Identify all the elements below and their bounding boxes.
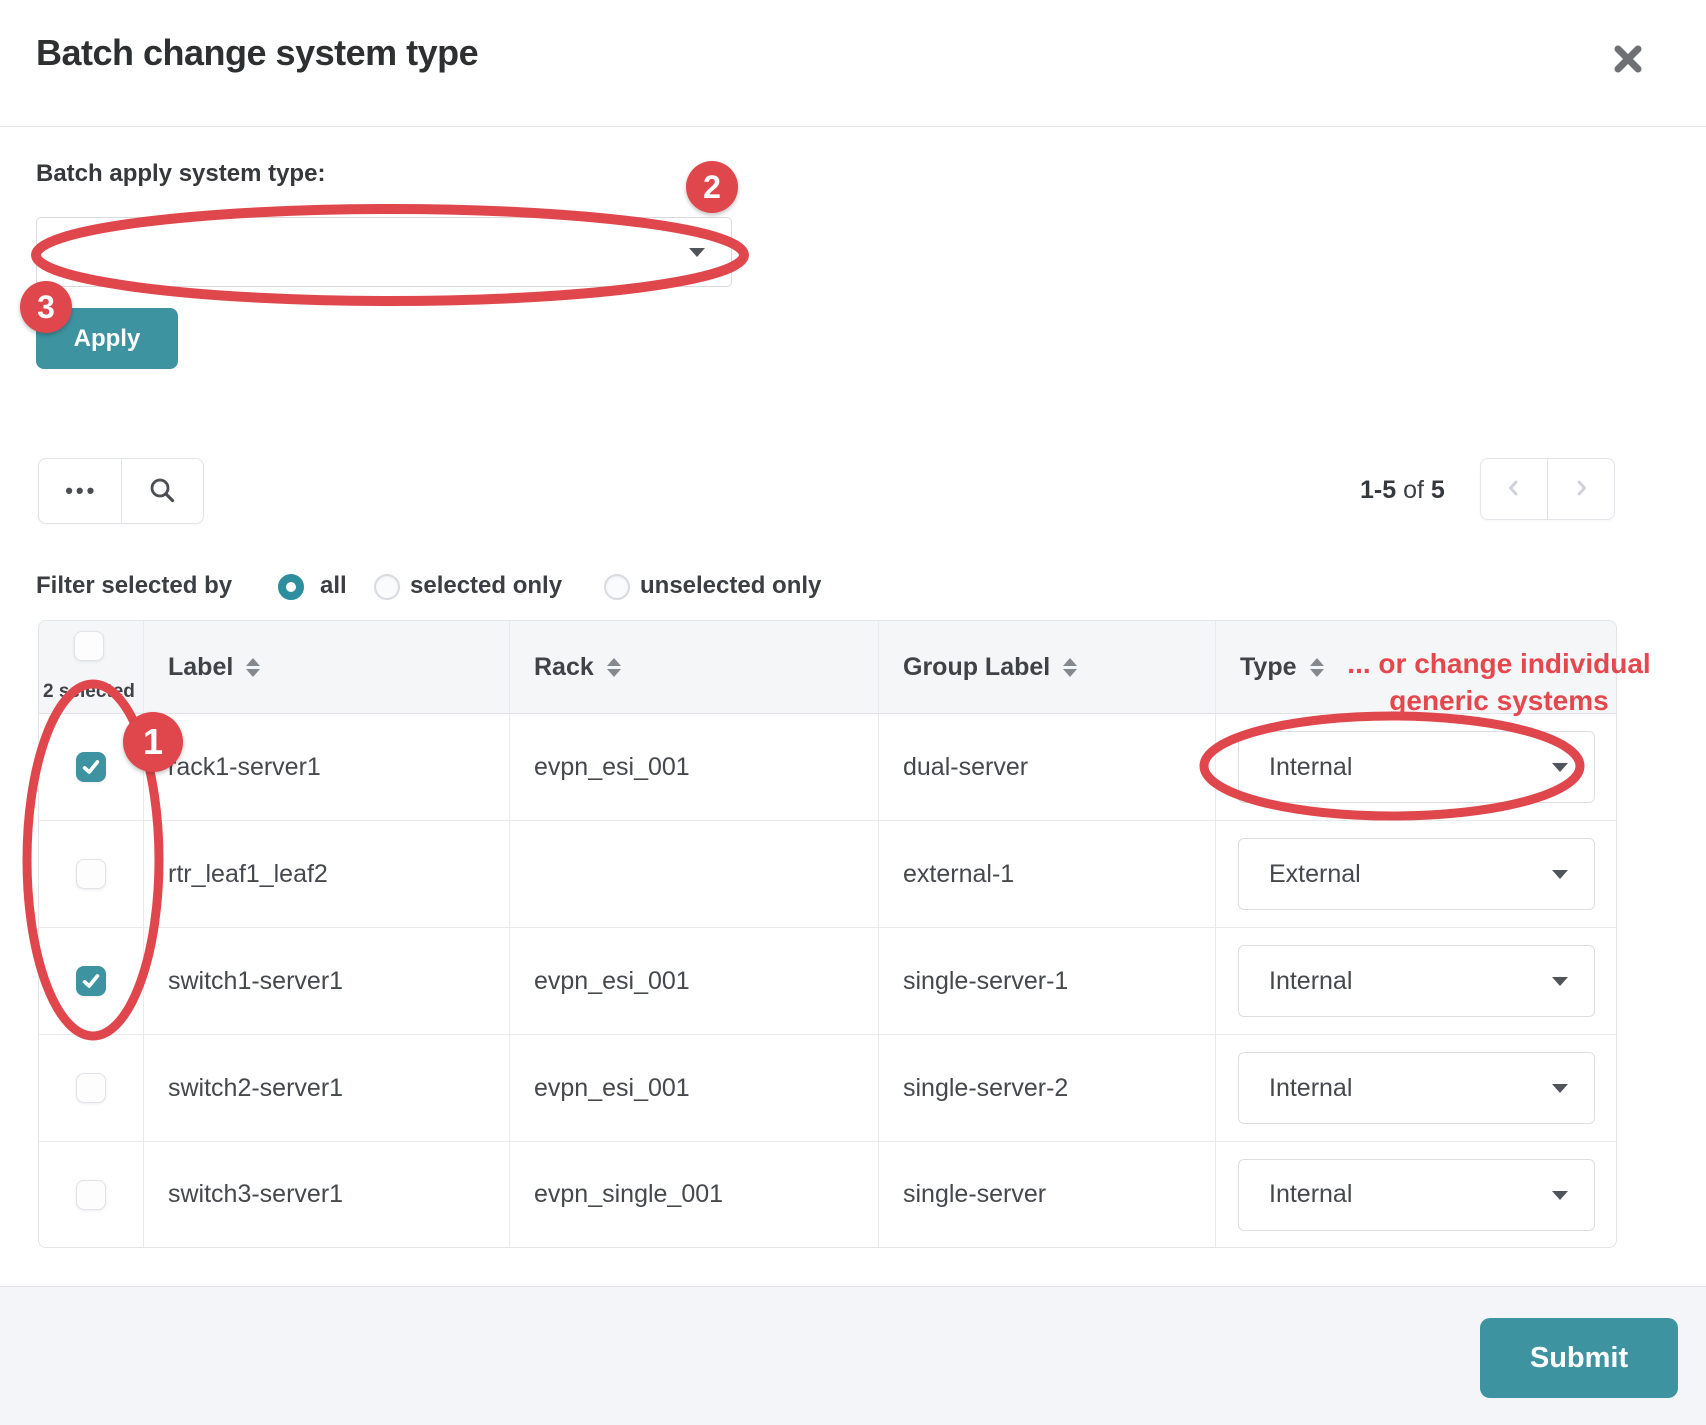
cell-select	[39, 1142, 143, 1247]
apply-button[interactable]: Apply	[36, 308, 178, 369]
cell-label: switch2-server1	[143, 1035, 509, 1141]
cell-select	[39, 821, 143, 927]
cell-group-label: single-server-1	[878, 928, 1215, 1034]
caret-down-icon	[1552, 1191, 1568, 1200]
row-type-select[interactable]: Internal	[1238, 1052, 1595, 1124]
header-cell-rack[interactable]: Rack	[509, 621, 878, 713]
pagination-total: 5	[1431, 476, 1445, 504]
row-type-select[interactable]: Internal	[1238, 945, 1595, 1017]
check-icon	[80, 970, 102, 992]
cell-rack: evpn_single_001	[509, 1142, 878, 1247]
row-type-select[interactable]: Internal	[1238, 731, 1595, 803]
radio-all[interactable]	[278, 574, 304, 600]
pagination-controls	[1480, 458, 1615, 520]
cell-label: switch3-server1	[143, 1142, 509, 1247]
cell-rack: evpn_esi_001	[509, 714, 878, 820]
radio-unselected-only-label: unselected only	[640, 572, 821, 600]
search-icon	[148, 476, 176, 507]
selected-count: 2 selected	[43, 681, 135, 703]
pagination-range: 1-5 of 5	[1360, 476, 1445, 505]
pagination-of: of	[1403, 476, 1424, 504]
sort-icon	[246, 658, 260, 677]
header-cell-group-label[interactable]: Group Label	[878, 621, 1215, 713]
cell-select	[39, 928, 143, 1034]
caret-down-icon	[1552, 870, 1568, 879]
cell-select	[39, 1035, 143, 1141]
cell-type: Internal	[1215, 714, 1616, 820]
close-icon	[1613, 62, 1643, 77]
table-header-row: 2 selected Label Rack Group Label Type	[39, 621, 1616, 714]
row-checkbox[interactable]	[76, 966, 106, 996]
header-cell-label[interactable]: Label	[143, 621, 509, 713]
radio-all-label: all	[320, 572, 347, 600]
cell-group-label: single-server	[878, 1142, 1215, 1247]
radio-unselected-only[interactable]	[604, 574, 630, 600]
radio-selected-only[interactable]	[374, 574, 400, 600]
row-checkbox[interactable]	[76, 1180, 106, 1210]
cell-type: Internal	[1215, 1142, 1616, 1247]
row-checkbox[interactable]	[76, 859, 106, 889]
cell-select	[39, 714, 143, 820]
cell-label: rtr_leaf1_leaf2	[143, 821, 509, 927]
more-options-button[interactable]: •••	[39, 459, 121, 523]
header-cell-select: 2 selected	[39, 621, 143, 713]
dialog-header: Batch change system type	[0, 0, 1706, 127]
cell-group-label: dual-server	[878, 714, 1215, 820]
caret-down-icon	[1552, 1084, 1568, 1093]
check-icon	[80, 756, 102, 778]
caret-down-icon	[1552, 763, 1568, 772]
table-row: switch3-server1 evpn_single_001 single-s…	[39, 1142, 1616, 1247]
chevron-right-icon	[1572, 479, 1590, 500]
cell-group-label: single-server-2	[878, 1035, 1215, 1141]
cell-label: rack1-server1	[143, 714, 509, 820]
sort-icon	[607, 658, 621, 677]
table-row: rtr_leaf1_leaf2 external-1 External	[39, 821, 1616, 928]
table-body: rack1-server1 evpn_esi_001 dual-server I…	[39, 714, 1616, 1247]
next-page-button[interactable]	[1547, 459, 1614, 519]
pagination-range-start: 1-5	[1360, 476, 1396, 504]
batch-apply-label: Batch apply system type:	[36, 160, 325, 188]
close-button[interactable]	[1608, 40, 1648, 80]
cell-type: External	[1215, 821, 1616, 927]
table-row: switch1-server1 evpn_esi_001 single-serv…	[39, 928, 1616, 1035]
cell-label: switch1-server1	[143, 928, 509, 1034]
search-button[interactable]	[121, 459, 204, 523]
row-checkbox[interactable]	[76, 1073, 106, 1103]
header-cell-type[interactable]: Type	[1215, 621, 1616, 713]
caret-down-icon	[689, 248, 705, 257]
dialog-footer: Submit	[0, 1286, 1706, 1425]
previous-page-button[interactable]	[1481, 459, 1547, 519]
cell-rack: evpn_esi_001	[509, 1035, 878, 1141]
radio-selected-only-label: selected only	[410, 572, 562, 600]
more-options-icon: •••	[62, 480, 97, 502]
cell-type: Internal	[1215, 928, 1616, 1034]
table-toolbar: •••	[38, 458, 204, 524]
row-type-select[interactable]: Internal	[1238, 1159, 1595, 1231]
caret-down-icon	[1552, 977, 1568, 986]
chevron-left-icon	[1505, 479, 1523, 500]
row-checkbox[interactable]	[76, 752, 106, 782]
filter-selected-by-label: Filter selected by	[36, 572, 232, 600]
select-all-checkbox[interactable]	[74, 631, 104, 661]
cell-rack	[509, 821, 878, 927]
sort-icon	[1310, 658, 1324, 677]
table-row: rack1-server1 evpn_esi_001 dual-server I…	[39, 714, 1616, 821]
sort-icon	[1063, 658, 1077, 677]
table-row: switch2-server1 evpn_esi_001 single-serv…	[39, 1035, 1616, 1142]
row-type-select[interactable]: External	[1238, 838, 1595, 910]
dialog-title: Batch change system type	[36, 32, 478, 74]
cell-type: Internal	[1215, 1035, 1616, 1141]
cell-group-label: external-1	[878, 821, 1215, 927]
systems-table: 2 selected Label Rack Group Label Type r	[38, 620, 1617, 1248]
annotation-badge-2: 2	[686, 161, 738, 213]
batch-system-type-select[interactable]	[36, 217, 732, 287]
submit-button[interactable]: Submit	[1480, 1318, 1678, 1398]
cell-rack: evpn_esi_001	[509, 928, 878, 1034]
